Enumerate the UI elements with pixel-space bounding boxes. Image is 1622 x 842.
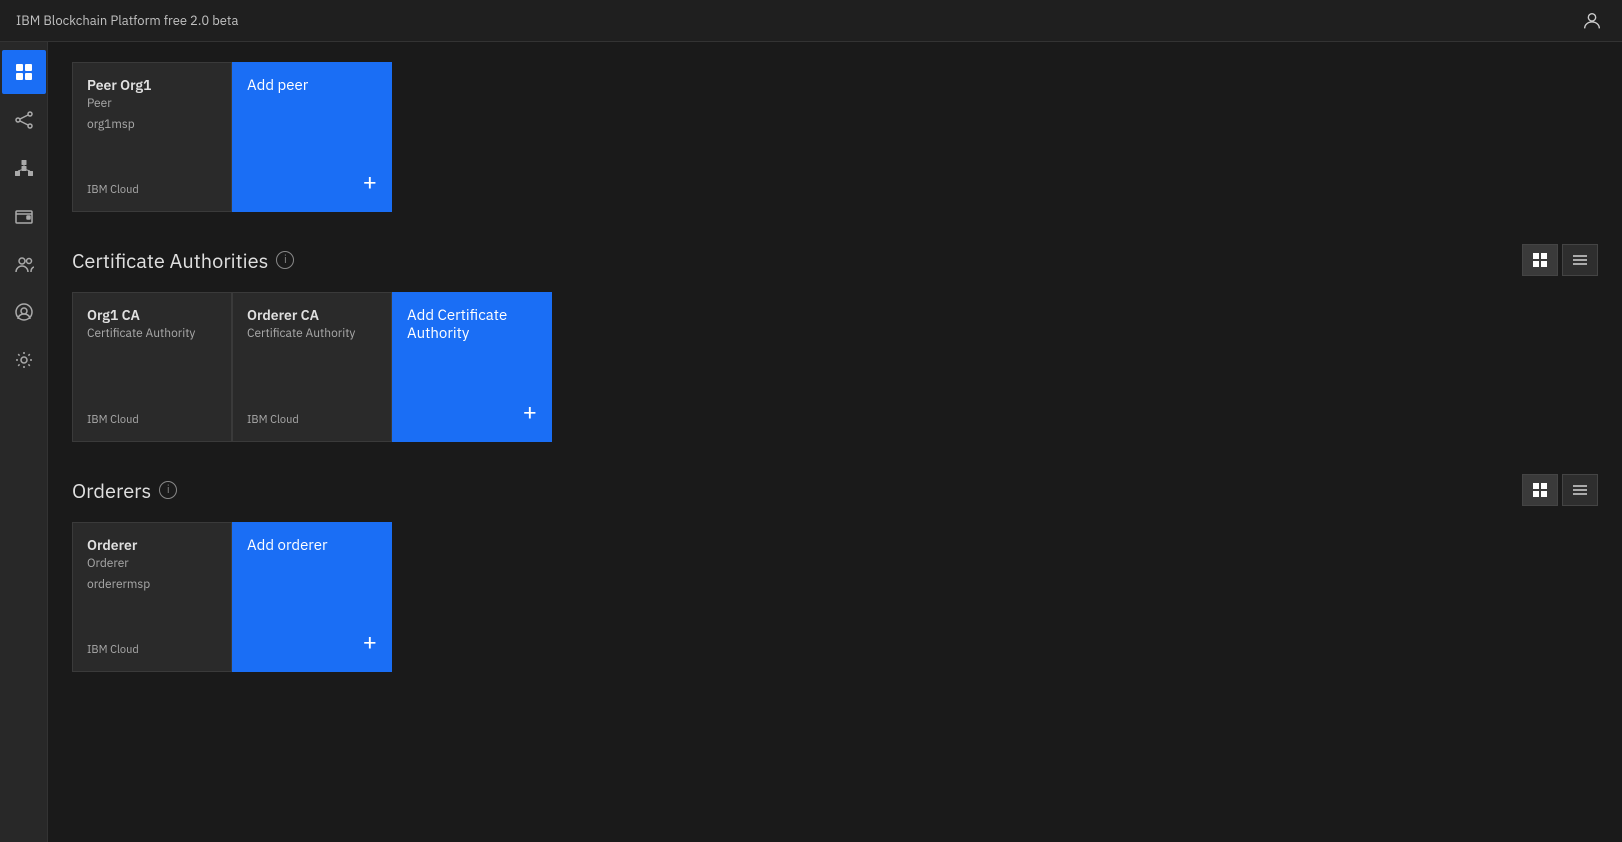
orderer-ca-type: Certificate Authority xyxy=(247,326,377,341)
orderers-section-title: Orderers xyxy=(72,477,151,504)
add-ca-label: Add Certificate Authority xyxy=(407,307,537,343)
add-peer-card[interactable]: Add peer + xyxy=(232,62,392,212)
ca-section: Certificate Authorities i xyxy=(72,244,1598,442)
sidebar-item-wallet[interactable] xyxy=(2,194,46,238)
add-orderer-label: Add orderer xyxy=(247,537,377,555)
orderer-ca-cloud: IBM Cloud xyxy=(247,413,377,427)
sidebar xyxy=(0,42,48,842)
orderers-section-header: Orderers i xyxy=(72,474,1598,506)
org1-ca-cloud: IBM Cloud xyxy=(87,413,217,427)
peers-section: Peer Org1 Peer org1msp IBM Cloud Add pee… xyxy=(72,62,1598,212)
peer-org1-cloud: IBM Cloud xyxy=(87,183,217,197)
orderer-msp: orderermsp xyxy=(87,577,217,592)
sidebar-item-settings[interactable] xyxy=(2,338,46,382)
user-avatar[interactable] xyxy=(1578,7,1606,35)
add-peer-label: Add peer xyxy=(247,77,377,95)
sidebar-item-network[interactable] xyxy=(2,98,46,142)
org1-ca-name: Org1 CA xyxy=(87,307,217,324)
orderers-info-icon[interactable]: i xyxy=(159,481,177,499)
add-ca-card[interactable]: Add Certificate Authority + xyxy=(392,292,552,442)
orderers-section: Orderers i xyxy=(72,474,1598,672)
orderers-title-row: Orderers i xyxy=(72,477,177,504)
org1-ca-type: Certificate Authority xyxy=(87,326,217,341)
orderers-list-view-btn[interactable] xyxy=(1562,474,1598,506)
orderer-ca-name: Orderer CA xyxy=(247,307,377,324)
sidebar-item-identity[interactable] xyxy=(2,290,46,334)
ca-section-header: Certificate Authorities i xyxy=(72,244,1598,276)
sidebar-item-organizations[interactable] xyxy=(2,146,46,190)
orderers-grid-view-btn[interactable] xyxy=(1522,474,1558,506)
peer-org1-msp: org1msp xyxy=(87,117,217,132)
topbar: IBM Blockchain Platform free 2.0 beta xyxy=(0,0,1622,42)
ca-section-title: Certificate Authorities xyxy=(72,247,268,274)
ca-grid-view-btn[interactable] xyxy=(1522,244,1558,276)
ca-title-row: Certificate Authorities i xyxy=(72,247,294,274)
peer-org1-card[interactable]: Peer Org1 Peer org1msp IBM Cloud xyxy=(72,62,232,212)
content-area: Peer Org1 Peer org1msp IBM Cloud Add pee… xyxy=(48,42,1622,842)
add-ca-icon: + xyxy=(407,395,537,427)
ca-view-controls xyxy=(1522,244,1598,276)
app-title: IBM Blockchain Platform free 2.0 beta xyxy=(16,12,238,29)
orderer-ca-card[interactable]: Orderer CA Certificate Authority IBM Clo… xyxy=(232,292,392,442)
orderer-cloud: IBM Cloud xyxy=(87,643,217,657)
peer-org1-name: Peer Org1 xyxy=(87,77,217,94)
ca-info-icon[interactable]: i xyxy=(276,251,294,269)
ca-list-view-btn[interactable] xyxy=(1562,244,1598,276)
orderers-cards: Orderer Orderer orderermsp IBM Cloud Add… xyxy=(72,522,1598,672)
peer-org1-type: Peer xyxy=(87,96,217,111)
orderer-card[interactable]: Orderer Orderer orderermsp IBM Cloud xyxy=(72,522,232,672)
main-layout: Peer Org1 Peer org1msp IBM Cloud Add pee… xyxy=(0,42,1622,842)
add-peer-icon: + xyxy=(247,165,377,197)
add-orderer-icon: + xyxy=(247,625,377,657)
orderer-type: Orderer xyxy=(87,556,217,571)
org1-ca-card[interactable]: Org1 CA Certificate Authority IBM Cloud xyxy=(72,292,232,442)
sidebar-item-dashboard[interactable] xyxy=(2,50,46,94)
orderers-view-controls xyxy=(1522,474,1598,506)
ca-cards: Org1 CA Certificate Authority IBM Cloud … xyxy=(72,292,1598,442)
orderer-name: Orderer xyxy=(87,537,217,554)
add-orderer-card[interactable]: Add orderer + xyxy=(232,522,392,672)
peers-cards: Peer Org1 Peer org1msp IBM Cloud Add pee… xyxy=(72,62,1598,212)
sidebar-item-users[interactable] xyxy=(2,242,46,286)
